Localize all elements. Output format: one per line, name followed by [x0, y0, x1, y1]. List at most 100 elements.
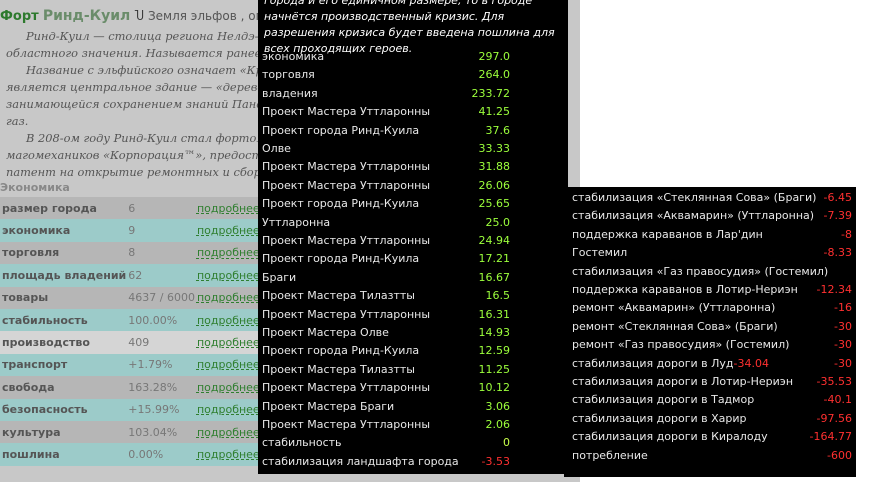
expense-row: стабилизация дороги в Луд-34.04 -30	[572, 355, 852, 373]
income-row: Проект Мастера Уттларонны 2.06	[262, 416, 510, 434]
stat-name: безопасность	[0, 398, 127, 421]
income-value: 33.33	[478, 142, 511, 155]
income-row: Проект Мастера Уттларонны 31.88	[262, 158, 510, 176]
expense-value: -30	[834, 356, 852, 370]
expense-value: -97.56	[816, 411, 852, 425]
stat-row: экономика 9 подробнее	[0, 219, 260, 242]
income-label: Уттларонна	[262, 215, 331, 229]
income-value: 12.59	[478, 344, 511, 358]
stat-row: культура 103.04% подробнее	[0, 420, 260, 444]
income-row: Проект города Ринд-Куила 37.6	[262, 122, 510, 140]
stat-name: площадь владений	[0, 264, 127, 287]
expense-label: ремонт «Газ правосудия» (Гостемил)	[572, 338, 790, 352]
expense-label: стабилизация «Газ правосудия» (Гостемил)	[572, 264, 829, 278]
income-value: 264.0	[478, 68, 511, 82]
income-row: Проект Мастера Уттларонны 10.12	[262, 379, 510, 397]
details-link[interactable]: подробнее	[194, 241, 260, 265]
income-value: 10.12	[478, 381, 511, 395]
income-label: Проект Мастера Браги	[262, 399, 395, 413]
stat-row: стабильность 100.00% подробнее	[0, 308, 260, 332]
stat-row: товары 4637 / 6000 подробнее	[0, 286, 260, 309]
income-value: 2.06	[485, 418, 511, 431]
details-link[interactable]: подробнее	[194, 353, 260, 377]
income-row: стабильность 0	[262, 434, 510, 452]
stat-value: 62	[126, 264, 195, 287]
details-link[interactable]: подробнее	[194, 197, 260, 220]
income-row: Проект города Ринд-Куила 25.65	[262, 195, 510, 213]
income-label: Проект Мастера Олве	[262, 326, 389, 339]
details-link[interactable]: подробнее	[194, 443, 260, 466]
income-label: Проект Мастера Уттларонны	[262, 381, 431, 395]
income-label: стабильность	[262, 436, 342, 450]
income-value: 16.5	[485, 289, 511, 303]
stat-row: свобода 163.28% подробнее	[0, 376, 260, 399]
expense-row: Гостемил -8.33	[572, 244, 852, 262]
details-link[interactable]: подробнее	[194, 219, 260, 242]
faction-icon: Ⴎ	[134, 9, 144, 23]
stat-name: экономика	[0, 219, 127, 242]
income-value: 37.6	[485, 123, 511, 137]
income-value: 17.21	[478, 252, 511, 266]
income-value: 3.06	[485, 399, 511, 413]
expense-label: стабилизация дороги в Тадмор	[572, 393, 755, 407]
stat-name: пошлина	[0, 443, 127, 466]
income-value: 25.0	[485, 215, 511, 229]
stat-row: безопасность +15.99% подробнее	[0, 398, 260, 421]
expense-value: -8	[841, 227, 852, 241]
expense-label: ремонт «Аквамарин» (Уттларонна)	[572, 301, 776, 315]
income-value: 41.25	[478, 105, 511, 119]
expense-value: -164.77	[809, 430, 852, 444]
stat-name: транспорт	[0, 353, 127, 377]
expense-label: стабилизация «Аквамарин» (Уттларонна)	[572, 209, 815, 223]
income-row: Браги 16.67	[262, 269, 510, 287]
income-label: Проект Мастера Тилазтты	[262, 289, 415, 303]
income-row: Проект Мастера Уттларонны 26.06	[262, 177, 510, 195]
expense-row: стабилизация «Стеклянная Сова» (Браги) -6…	[572, 189, 852, 207]
expense-value: -6.45	[823, 191, 852, 204]
details-link[interactable]: подробнее	[194, 308, 260, 332]
stat-value: 0.00%	[126, 443, 195, 466]
details-link[interactable]: подробнее	[194, 264, 260, 287]
expense-row: стабилизация дороги в Киралоду -164.77	[572, 428, 852, 446]
economy-stats-table: размер города 6 подробнее экономика 9 подробн…	[0, 197, 260, 466]
stat-name: культура	[0, 420, 127, 444]
expense-row: стабилизация «Аквамарин» (Уттларонна) -7.…	[572, 207, 852, 225]
income-row: Проект Мастера Олве 14.93	[262, 324, 510, 342]
stat-name: производство	[0, 331, 127, 354]
income-label: Проект Мастера Уттларонны	[262, 418, 431, 431]
income-label: Проект Мастера Уттларонны	[262, 160, 431, 174]
income-row: Проект города Ринд-Куила 12.59	[262, 342, 510, 360]
details-link[interactable]: подробнее	[194, 331, 260, 354]
income-value: 16.67	[478, 270, 511, 284]
stat-value: 100.00%	[126, 308, 195, 332]
expense-label: Гостемил	[572, 246, 628, 260]
stat-value: 9	[126, 219, 195, 242]
expense-row: поддержка караванов в Лотир-Нериэн -12.34	[572, 281, 852, 299]
details-link[interactable]: подробнее	[194, 420, 260, 444]
details-link[interactable]: подробнее	[194, 376, 260, 399]
details-link[interactable]: подробнее	[194, 398, 260, 421]
expense-value: -35.53	[816, 375, 852, 388]
income-tooltip: города и его единичном размере, то в гор…	[258, 0, 568, 474]
income-row: Проект Мастера Браги 3.06	[262, 398, 510, 416]
expense-value: -30	[834, 319, 852, 333]
expense-inline-value: -34.04	[733, 356, 769, 370]
expense-value: -12.34	[816, 283, 852, 296]
income-row: экономика 297.0	[262, 48, 510, 66]
income-row: Проект Мастера Уттларонны 16.31	[262, 306, 510, 324]
details-link[interactable]: подробнее	[194, 286, 260, 309]
expense-row: стабилизация дороги в Тадмор -40.1	[572, 391, 852, 409]
economy-section-title: Экономика	[0, 181, 70, 194]
expense-value: -600	[827, 448, 852, 462]
income-label: Проект города Ринд-Куила	[262, 197, 420, 211]
income-row: Олве 33.33	[262, 140, 510, 158]
income-value: 16.31	[478, 307, 511, 321]
income-label: Проект Мастера Уттларонны	[262, 307, 431, 321]
income-value: 11.25	[478, 362, 511, 376]
expense-label: стабилизация «Стеклянная Сова» (Браги)	[572, 191, 817, 204]
income-value: -3.53	[481, 454, 510, 468]
city-name[interactable]: Ринд-Куил	[43, 8, 131, 24]
expense-label: стабилизация дороги в Лотир-Нериэн	[572, 375, 794, 388]
income-row: Проект Мастера Тилазтты 16.5	[262, 287, 510, 305]
income-value: 0	[503, 436, 510, 450]
